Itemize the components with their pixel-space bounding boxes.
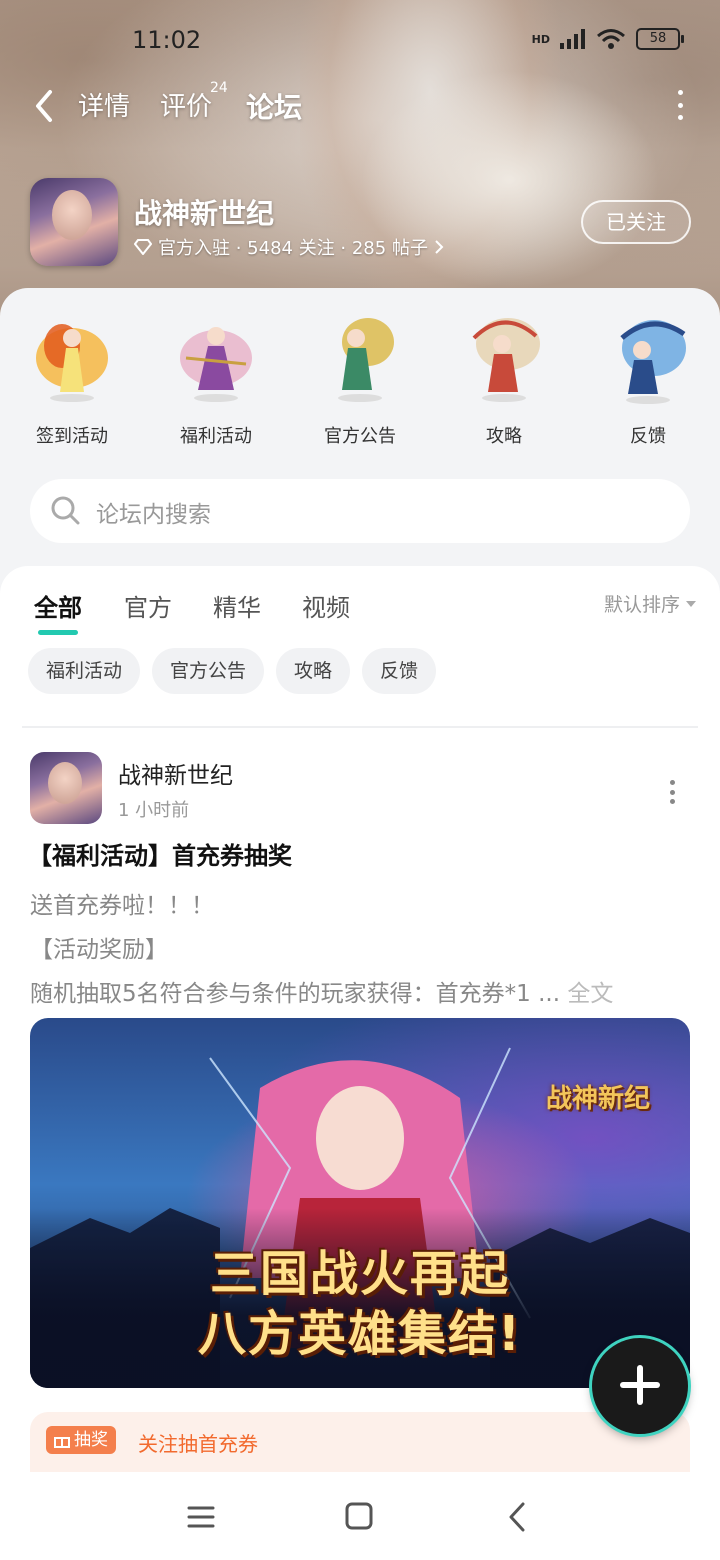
chip-welfare[interactable]: 福利活动 <box>28 648 141 694</box>
sort-dropdown[interactable]: 默认排序 <box>604 590 696 617</box>
banner-slogan-line2: 八方英雄集结! <box>198 1306 522 1362</box>
post-author[interactable]: 战神新世纪 <box>118 756 233 790</box>
diamond-icon <box>134 239 152 255</box>
post-line: 送首充券啦！！！ <box>30 893 214 919</box>
follow-button[interactable]: 已关注 <box>581 200 691 244</box>
system-nav-bar <box>0 1472 720 1560</box>
chip-feedback[interactable]: 反馈 <box>362 648 437 694</box>
plus-icon-vertical <box>637 1365 643 1405</box>
game-stats: 官方入驻 · 5484 关注 · 285 帖子 <box>158 238 428 259</box>
game-title: 战神新世纪 <box>134 197 275 230</box>
post-banner-image[interactable]: 战神新纪 三国战火再起 八方英雄集结! <box>30 1018 690 1388</box>
search-icon <box>51 496 80 525</box>
tab-details[interactable]: 详情 <box>78 86 130 123</box>
post-feed: 全部 官方 精华 视频 默认排序 福利活动 官方公告 攻略 反馈 战神新世纪 1… <box>0 566 720 1478</box>
caret-down-icon <box>686 600 696 607</box>
checkin-character-icon <box>36 324 108 402</box>
post-time: 1 小时前 <box>118 800 190 821</box>
announcement-character-icon <box>338 318 394 402</box>
post-header: 战神新世纪 1 小时前 <box>30 752 690 828</box>
tab-forum[interactable]: 论坛 <box>243 86 307 130</box>
back-icon[interactable] <box>497 1500 537 1534</box>
gift-icon <box>54 1437 70 1448</box>
divider <box>22 726 698 728</box>
post-line: 随机抽取5名符合参与条件的玩家获得：首充券*1 ... <box>30 981 561 1007</box>
battery-icon: 58 <box>636 28 684 50</box>
lottery-promo-card[interactable]: 抽奖 关注抽首充券 <box>30 1412 690 1478</box>
post-title[interactable]: 【福利活动】首充券抽奖 <box>28 836 292 871</box>
tab-reviews[interactable]: 评价 <box>160 86 212 123</box>
shortcut-guide[interactable]: 攻略 <box>432 288 576 458</box>
sort-label: 默认排序 <box>603 594 680 616</box>
read-more-link[interactable]: 全文 <box>567 981 613 1007</box>
feed-tab-all[interactable]: 全部 <box>34 588 82 635</box>
shortcut-announcement[interactable]: 官方公告 <box>288 288 432 458</box>
status-time: 11:02 <box>132 26 202 54</box>
status-bar: 11:02 HD 58 <box>0 24 720 60</box>
signal-icon <box>560 29 585 49</box>
feed-tabs: 全部 官方 精华 视频 默认排序 <box>0 586 720 636</box>
feed-tab-official[interactable]: 官方 <box>124 588 172 623</box>
chip-guide[interactable]: 攻略 <box>276 648 351 694</box>
avatar[interactable] <box>30 752 102 824</box>
category-chips: 福利活动 官方公告 攻略 反馈 <box>28 648 437 694</box>
top-nav: 详情 评价 24 论坛 <box>0 80 720 136</box>
network-type-label: HD <box>531 32 550 46</box>
shortcut-welfare[interactable]: 福利活动 <box>144 288 288 458</box>
search-input[interactable]: 论坛内搜索 <box>96 495 211 529</box>
game-meta[interactable]: 官方入驻 · 5484 关注 · 285 帖子 <box>134 234 444 260</box>
chip-announcement[interactable]: 官方公告 <box>152 648 265 694</box>
shortcut-label: 签到活动 <box>36 426 108 447</box>
status-icons: HD 58 <box>531 28 684 50</box>
shortcut-checkin[interactable]: 签到活动 <box>0 288 144 458</box>
shortcut-label: 反馈 <box>630 426 666 447</box>
shortcut-label: 福利活动 <box>180 426 252 447</box>
wifi-icon <box>597 29 625 49</box>
more-options-icon[interactable] <box>670 90 690 120</box>
game-info: 战神新世纪 官方入驻 · 5484 关注 · 285 帖子 已关注 <box>30 178 700 268</box>
feedback-character-icon <box>620 320 686 404</box>
feed-tab-video[interactable]: 视频 <box>302 588 350 623</box>
home-icon[interactable] <box>339 1500 379 1534</box>
post-more-icon[interactable] <box>670 780 676 804</box>
shortcut-feedback[interactable]: 反馈 <box>576 288 720 458</box>
shortcut-row: 签到活动 福利活动 官方公告 攻略 反馈 <box>0 288 720 458</box>
shortcut-label: 攻略 <box>486 426 522 447</box>
forum-search-bar[interactable]: 论坛内搜索 <box>30 479 690 543</box>
lottery-tag-label: 抽奖 <box>74 1430 108 1450</box>
forum-header: 11:02 HD 58 详情 评价 24 论坛 战神新世纪 官方入驻 · 548… <box>0 0 720 330</box>
post-line: 【活动奖励】 <box>30 937 168 963</box>
feed-tab-featured[interactable]: 精华 <box>213 588 261 623</box>
game-avatar[interactable] <box>30 178 118 266</box>
chevron-right-icon <box>435 240 444 254</box>
lottery-promo-text: 关注抽首充券 <box>138 1432 258 1456</box>
back-arrow-icon[interactable] <box>30 88 60 124</box>
reviews-count-badge: 24 <box>210 80 228 96</box>
post-line-last: 随机抽取5名符合参与条件的玩家获得：首充券*1 ... 全文 <box>30 972 690 1016</box>
lottery-tag: 抽奖 <box>46 1426 116 1454</box>
guide-character-icon <box>472 318 540 402</box>
create-post-button[interactable] <box>592 1338 688 1434</box>
menu-icon[interactable] <box>181 1500 221 1534</box>
banner-game-logo: 战神新纪 <box>545 1084 650 1114</box>
welfare-character-icon <box>180 327 252 402</box>
post-body[interactable]: 送首充券啦！！！ 【活动奖励】 随机抽取5名符合参与条件的玩家获得：首充券*1 … <box>30 884 690 1016</box>
shortcut-label: 官方公告 <box>324 426 396 447</box>
forum-content: 签到活动 福利活动 官方公告 攻略 反馈 论坛内搜索 全部 官方 精华 视频 默… <box>0 288 720 1478</box>
